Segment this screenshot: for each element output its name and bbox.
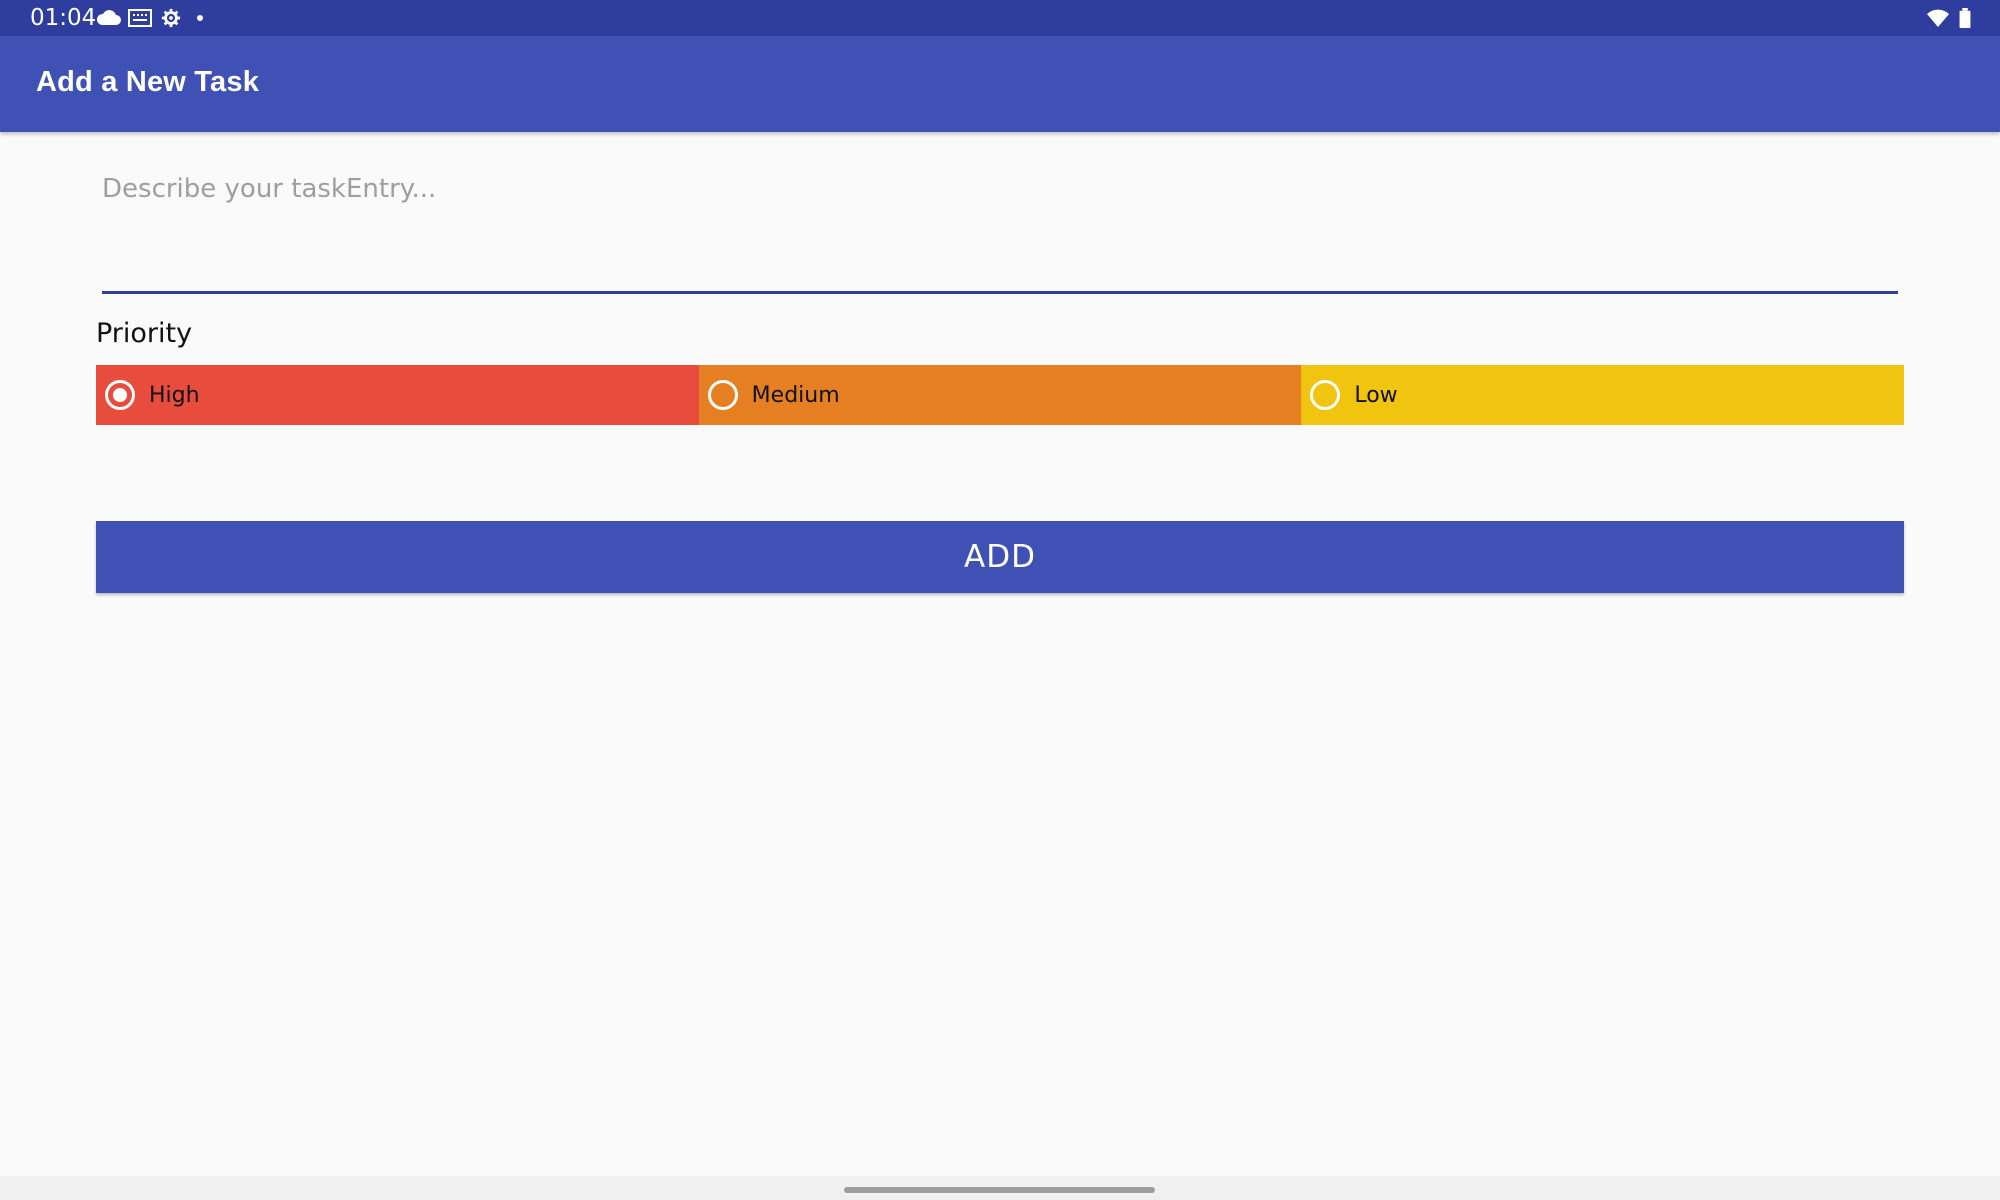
settings-gear-icon [160,8,182,28]
home-gesture-handle[interactable] [844,1187,1155,1193]
add-task-screen: 01:04 Add a New Task Describe your taskE… [0,0,2000,1200]
priority-high-label: High [149,382,200,408]
task-description-field[interactable]: Describe your taskEntry... [102,166,1898,294]
navigation-bar [0,1176,2000,1200]
status-time: 01:04 [30,5,97,31]
radio-unchecked-icon[interactable] [1310,380,1341,410]
priority-radio-group: High Medium Low [96,365,1905,425]
battery-icon [1958,8,1972,28]
priority-low-label: Low [1354,382,1398,408]
priority-high-option[interactable]: High [96,365,699,425]
radio-unchecked-icon[interactable] [707,380,738,410]
keyboard-icon [128,8,152,28]
notification-dot-icon [196,8,204,28]
priority-medium-option[interactable]: Medium [698,365,1302,425]
page-title: Add a New Task [36,66,260,98]
status-bar: 01:04 [0,0,2000,36]
add-task-button[interactable]: ADD [96,521,1904,593]
priority-medium-label: Medium [751,382,840,408]
radio-checked-icon[interactable] [105,380,135,410]
cloud-icon [96,8,122,28]
task-description-placeholder: Describe your taskEntry... [102,174,437,204]
wifi-icon [1926,8,1950,28]
priority-low-option[interactable]: Low [1301,365,1905,425]
priority-label: Priority [96,318,193,349]
app-bar: Add a New Task [0,36,2000,132]
